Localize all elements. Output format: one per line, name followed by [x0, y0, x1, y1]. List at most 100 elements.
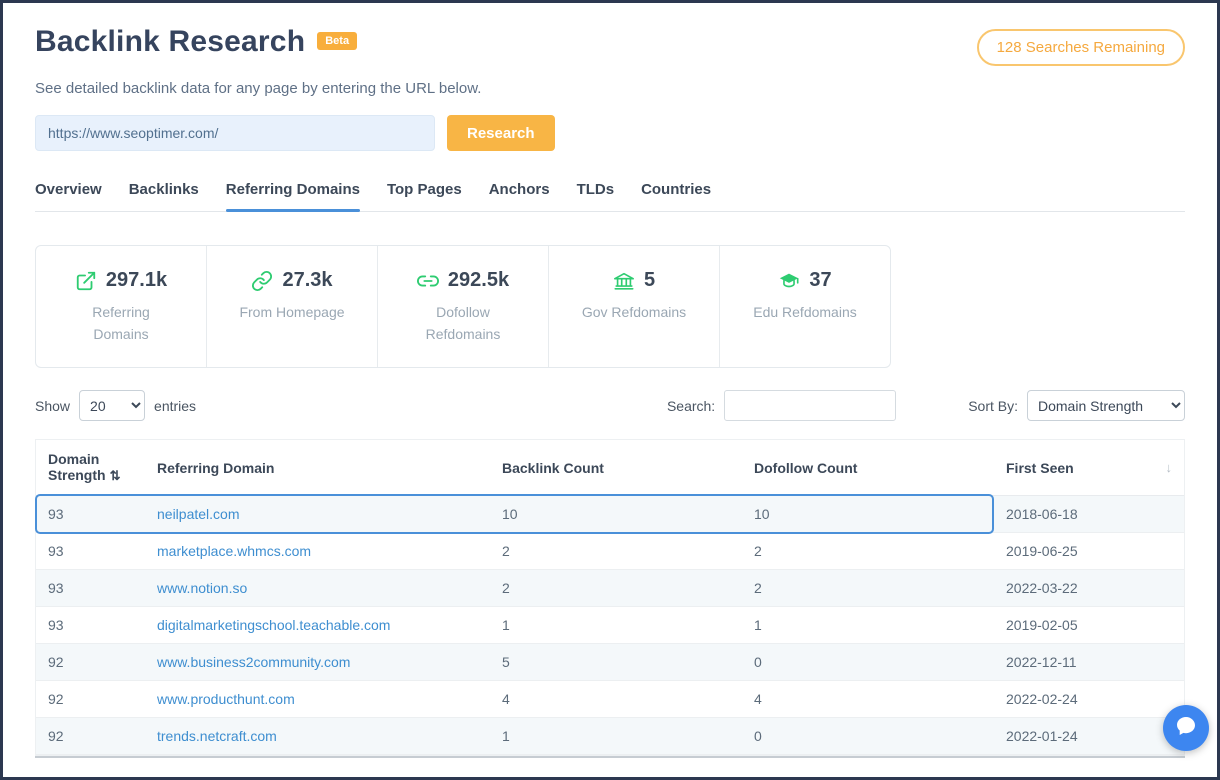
referring-domain-link[interactable]: neilpatel.com	[157, 506, 240, 522]
stat-label: Gov Refdomains	[579, 302, 689, 324]
backlink-count-cell: 1	[490, 607, 742, 644]
first-seen-cell: 2022-01-24	[994, 718, 1184, 755]
dofollow-count-cell: 0	[742, 644, 994, 681]
table-row: 93marketplace.whmcs.com222019-06-25	[36, 533, 1184, 570]
dofollow-count-cell: 0	[742, 718, 994, 755]
backlink-research-page: Backlink Research Beta 128 Searches Rema…	[3, 3, 1217, 758]
domain-strength-cell: 92	[36, 718, 145, 755]
sort-by-select[interactable]: Domain Strength	[1027, 390, 1185, 421]
dofollow-count-cell: 1	[742, 607, 994, 644]
chat-bubble-icon	[1174, 714, 1198, 743]
sort-down-icon: ↓	[1166, 460, 1173, 475]
url-search-row: Research	[35, 115, 1185, 151]
page-size-select[interactable]: 20	[79, 390, 145, 421]
stat-value: 5	[644, 269, 655, 292]
first-seen-cell: 2022-02-24	[994, 681, 1184, 718]
backlink-count-cell: 2	[490, 533, 742, 570]
backlink-count-cell: 1	[490, 718, 742, 755]
url-input[interactable]	[35, 115, 435, 151]
tabs: Overview Backlinks Referring Domains Top…	[35, 181, 1185, 212]
referring-domain-link[interactable]: www.notion.so	[157, 580, 247, 596]
chat-widget-button[interactable]	[1163, 705, 1209, 751]
first-seen-cell: 2019-02-05	[994, 607, 1184, 644]
referring-domain-cell: marketplace.whmcs.com	[145, 533, 490, 570]
table-row: 93neilpatel.com10102018-06-18	[36, 496, 1184, 533]
tab-tlds[interactable]: TLDs	[577, 181, 615, 211]
tab-top-pages[interactable]: Top Pages	[387, 181, 462, 211]
referring-domain-link[interactable]: digitalmarketingschool.teachable.com	[157, 617, 390, 633]
graduation-cap-icon	[778, 270, 800, 292]
dofollow-count-cell: 10	[742, 496, 994, 533]
stat-label: Edu Refdomains	[750, 302, 860, 324]
stats-card: 297.1k Referring Domains 27.3k From Home…	[35, 245, 891, 368]
external-link-icon	[75, 270, 97, 292]
column-header-dofollow-count[interactable]: Dofollow Count	[742, 440, 994, 496]
page-title: Backlink Research	[35, 25, 305, 59]
stat-gov-refdomains: 5 Gov Refdomains	[549, 246, 720, 367]
backlink-count-cell: 10	[490, 496, 742, 533]
search-label: Search:	[667, 398, 715, 414]
tab-overview[interactable]: Overview	[35, 181, 102, 211]
referring-domains-table: Domain Strength⇅ Referring Domain Backli…	[35, 439, 1185, 756]
referring-domain-cell: digitalmarketingschool.teachable.com	[145, 607, 490, 644]
table-search-input[interactable]	[724, 390, 896, 421]
backlink-count-cell: 4	[490, 681, 742, 718]
page-header: Backlink Research Beta 128 Searches Rema…	[35, 25, 1185, 66]
column-header-first-seen[interactable]: First Seen↓	[994, 440, 1184, 496]
stat-from-homepage: 27.3k From Homepage	[207, 246, 378, 367]
dofollow-count-cell: 2	[742, 533, 994, 570]
first-seen-cell: 2022-03-22	[994, 570, 1184, 607]
domain-strength-cell: 93	[36, 496, 145, 533]
table-header-row: Domain Strength⇅ Referring Domain Backli…	[36, 440, 1184, 496]
tab-backlinks[interactable]: Backlinks	[129, 181, 199, 211]
table-body: 93neilpatel.com10102018-06-1893marketpla…	[36, 496, 1184, 755]
link-icon	[417, 270, 439, 292]
column-header-backlink-count[interactable]: Backlink Count	[490, 440, 742, 496]
sort-by-label: Sort By:	[968, 398, 1018, 414]
column-header-referring-domain[interactable]: Referring Domain	[145, 440, 490, 496]
stat-value: 297.1k	[106, 269, 167, 292]
tab-countries[interactable]: Countries	[641, 181, 711, 211]
dofollow-count-cell: 4	[742, 681, 994, 718]
first-seen-cell: 2022-12-11	[994, 644, 1184, 681]
stat-value: 27.3k	[282, 269, 332, 292]
referring-domain-link[interactable]: www.producthunt.com	[157, 691, 295, 707]
referring-domain-link[interactable]: www.business2community.com	[157, 654, 350, 670]
beta-badge: Beta	[317, 32, 357, 50]
research-button[interactable]: Research	[447, 115, 555, 151]
table-controls: Show 20 entries Search: Sort By: Domain …	[35, 390, 1185, 421]
domain-strength-cell: 92	[36, 644, 145, 681]
domain-strength-cell: 93	[36, 607, 145, 644]
referring-domain-link[interactable]: trends.netcraft.com	[157, 728, 277, 744]
backlink-count-cell: 5	[490, 644, 742, 681]
table-row: 93www.notion.so222022-03-22	[36, 570, 1184, 607]
dofollow-count-cell: 2	[742, 570, 994, 607]
referring-domain-cell: www.producthunt.com	[145, 681, 490, 718]
referring-domain-link[interactable]: marketplace.whmcs.com	[157, 543, 311, 559]
referring-domain-cell: www.business2community.com	[145, 644, 490, 681]
referring-domain-cell: neilpatel.com	[145, 496, 490, 533]
first-seen-cell: 2018-06-18	[994, 496, 1184, 533]
show-label: Show	[35, 398, 70, 414]
stat-label: Referring Domains	[66, 302, 176, 345]
referring-domain-cell: trends.netcraft.com	[145, 718, 490, 755]
table-row: 92www.producthunt.com442022-02-24	[36, 681, 1184, 718]
bank-icon	[613, 270, 635, 292]
stat-value: 292.5k	[448, 269, 509, 292]
domain-strength-cell: 93	[36, 533, 145, 570]
table-row: 93 digitalmarketingschool.teachable.com 11…	[36, 607, 1184, 644]
column-header-domain-strength[interactable]: Domain Strength⇅	[36, 440, 145, 496]
referring-domains-table-wrap: Domain Strength⇅ Referring Domain Backli…	[35, 439, 1185, 758]
stat-label: From Homepage	[237, 302, 347, 324]
stat-edu-refdomains: 37 Edu Refdomains	[720, 246, 890, 367]
sort-both-icon: ⇅	[110, 468, 121, 483]
entries-label: entries	[154, 398, 196, 414]
domain-strength-cell: 92	[36, 681, 145, 718]
table-row: 92 trends.netcraft.com 102022-01-24	[36, 718, 1184, 755]
stat-referring-domains: 297.1k Referring Domains	[36, 246, 207, 367]
page-subtitle: See detailed backlink data for any page …	[35, 80, 1185, 97]
searches-remaining-pill[interactable]: 128 Searches Remaining	[977, 29, 1185, 66]
table-row: 92 www.business2community.com 502022-12-11	[36, 644, 1184, 681]
tab-referring-domains[interactable]: Referring Domains	[226, 181, 360, 211]
tab-anchors[interactable]: Anchors	[489, 181, 550, 211]
